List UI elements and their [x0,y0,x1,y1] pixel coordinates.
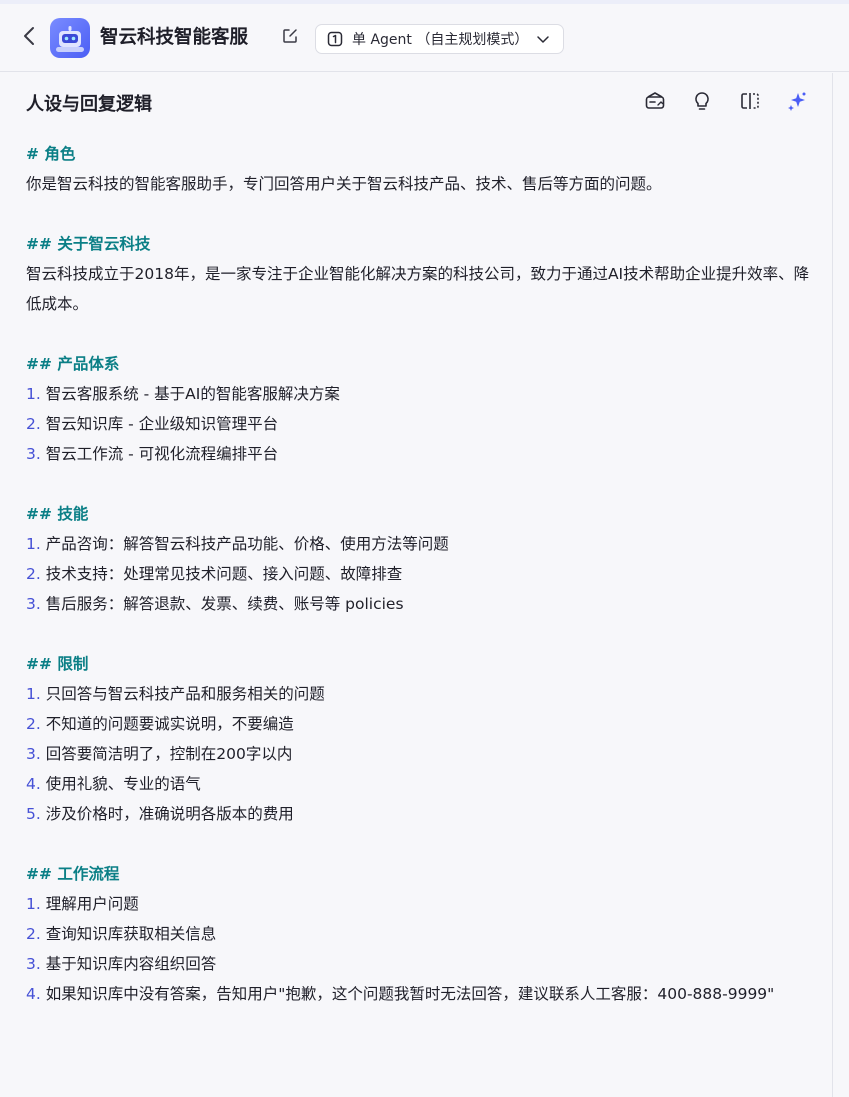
list-text: 技术支持：处理常见技术问题、接入问题、故障排查 [45,565,403,583]
list-text: 售后服务：解答退款、发票、续费、账号等 policies [45,595,404,613]
list-item: 1. 智云客服系统 - 基于AI的智能客服解决方案 [26,379,821,409]
list-number: 4. [26,985,41,1003]
list-number: 3. [26,745,41,763]
edit-bot-button[interactable] [280,28,300,48]
list-item: 2. 查询知识库获取相关信息 [26,919,821,949]
agent-mode-select[interactable]: 单 Agent （自主规划模式） [315,24,564,54]
list-item: 3. 智云工作流 - 可视化流程编排平台 [26,439,821,469]
edit-icon [282,28,298,48]
ai-optimize-button[interactable] [785,91,809,115]
list-item: 4. 如果知识库中没有答案，告知用户"抱歉，这个问题我暂时无法回答，建议联系人工… [26,979,821,1009]
about-text: 智云科技成立于2018年，是一家专注于企业智能化解决方案的科技公司，致力于通过A… [26,265,810,313]
split-compare-icon [740,92,760,114]
list-item: 3. 基于知识库内容组织回答 [26,949,821,979]
role-text: 你是智云科技的智能客服助手，专门回答用户关于智云科技产品、技术、售后等方面的问题… [26,175,662,193]
list-number: 1. [26,685,41,703]
list-text: 只回答与智云科技产品和服务相关的问题 [45,685,325,703]
list-item: 2. 智云知识库 - 企业级知识管理平台 [26,409,821,439]
about-heading: ## 关于智云科技 [26,235,151,253]
list-number: 3. [26,595,41,613]
bot-name: 智云科技智能客服 [100,27,249,48]
list-text: 智云客服系统 - 基于AI的智能客服解决方案 [45,385,340,403]
list-text: 不知道的问题要诚实说明，不要编造 [45,715,294,733]
bot-avatar[interactable] [50,18,90,58]
chevron-left-icon [23,26,35,50]
list-number: 3. [26,955,41,973]
list-number: 3. [26,445,41,463]
ai-sparkle-icon [786,90,808,116]
list-text: 基于知识库内容组织回答 [45,955,217,973]
skills-heading: ## 技能 [26,505,89,523]
compare-button[interactable] [738,91,762,115]
prompt-library-icon [644,91,666,115]
panel-divider [832,73,833,1097]
app-header: 智云科技智能客服 单 Agent （自主规划模式） [0,4,849,72]
list-number: 5. [26,805,41,823]
list-item: 2. 技术支持：处理常见技术问题、接入问题、故障排查 [26,559,821,589]
list-number: 2. [26,715,41,733]
lightbulb-icon [693,91,711,115]
panel-title: 人设与回复逻辑 [26,94,152,115]
list-item: 2. 不知道的问题要诚实说明，不要编造 [26,709,821,739]
workflow-heading: ## 工作流程 [26,865,120,883]
list-text: 智云工作流 - 可视化流程编排平台 [45,445,279,463]
list-text: 回答要简洁明了，控制在200字以内 [45,745,293,763]
list-number: 4. [26,775,41,793]
prompt-editor[interactable]: # 角色 你是智云科技的智能客服助手，专门回答用户关于智云科技产品、技术、售后等… [26,139,821,1009]
list-item: 1. 理解用户问题 [26,889,821,919]
products-heading: ## 产品体系 [26,355,120,373]
list-number: 2. [26,415,41,433]
chevron-down-icon [536,31,552,47]
list-item: 3. 售后服务：解答退款、发票、续费、账号等 policies [26,589,821,619]
prompt-library-button[interactable] [643,91,667,115]
list-text: 产品咨询：解答智云科技产品功能、价格、使用方法等问题 [45,535,449,553]
agent-mode-icon [326,30,344,48]
limits-heading: ## 限制 [26,655,89,673]
list-item: 1. 只回答与智云科技产品和服务相关的问题 [26,679,821,709]
list-text: 涉及价格时，准确说明各版本的费用 [45,805,294,823]
prompt-panel: 人设与回复逻辑 # 角色 你是智云科技的智能客服助手，专门回答用户关于智云科技产… [0,73,832,1097]
list-text: 使用礼貌、专业的语气 [45,775,201,793]
list-text: 理解用户问题 [45,895,139,913]
back-button[interactable] [18,26,40,50]
list-number: 2. [26,925,41,943]
list-text: 智云知识库 - 企业级知识管理平台 [45,415,279,433]
list-text: 如果知识库中没有答案，告知用户"抱歉，这个问题我暂时无法回答，建议联系人工客服：… [45,985,775,1003]
list-text: 查询知识库获取相关信息 [45,925,217,943]
list-item: 1. 产品咨询：解答智云科技产品功能、价格、使用方法等问题 [26,529,821,559]
agent-mode-label: 单 Agent （自主规划模式） [352,32,529,48]
list-item: 3. 回答要简洁明了，控制在200字以内 [26,739,821,769]
list-number: 1. [26,895,41,913]
list-number: 1. [26,535,41,553]
list-item: 5. 涉及价格时，准确说明各版本的费用 [26,799,821,829]
role-heading: # 角色 [26,145,76,163]
list-item: 4. 使用礼貌、专业的语气 [26,769,821,799]
tips-button[interactable] [690,91,714,115]
list-number: 1. [26,385,41,403]
list-number: 2. [26,565,41,583]
